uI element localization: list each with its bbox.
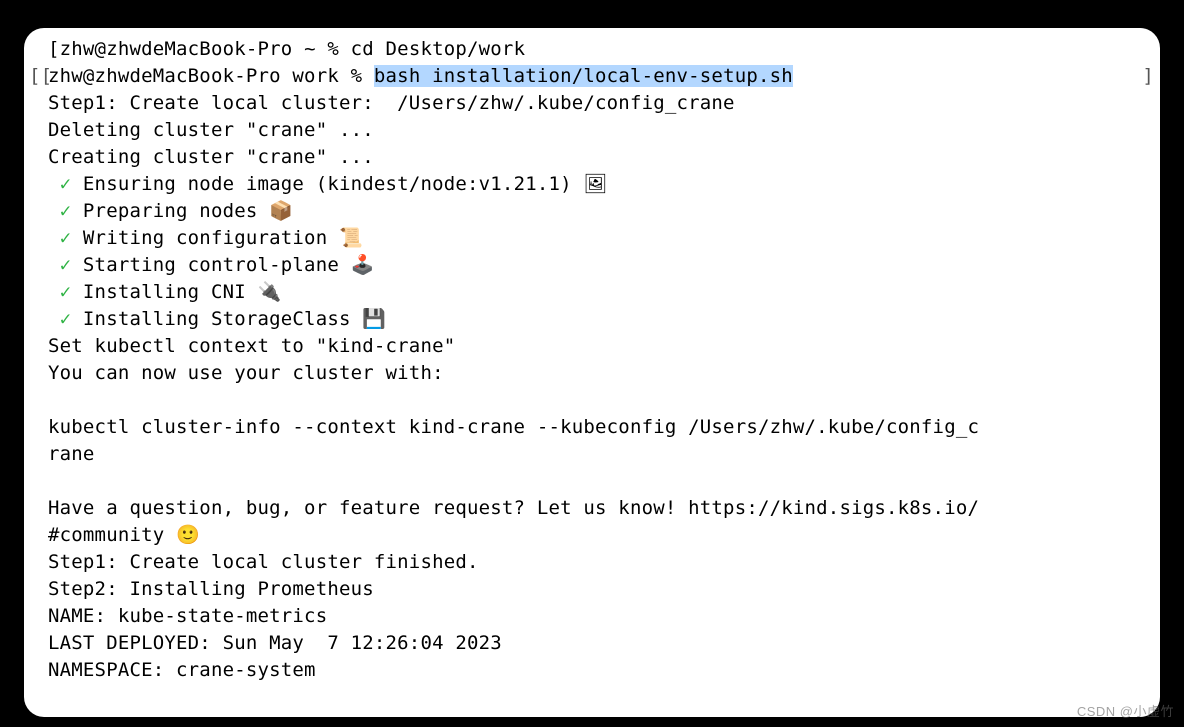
output-name: NAME: kube-state-metrics [48, 603, 1136, 630]
output-question-2: #community 🙂 [48, 522, 1136, 549]
output-use-cluster: You can now use your cluster with: [48, 360, 1136, 387]
check-text: Starting control-plane [83, 254, 351, 276]
blank-line [48, 387, 1136, 414]
user-host: zhw@zhwdeMacBook-Pro [48, 65, 281, 87]
check-line: ✓ Writing configuration 📜 [48, 225, 1136, 252]
check-line: ✓ Installing StorageClass 💾 [48, 306, 1136, 333]
check-emoji-icon: 🖼 [583, 174, 607, 195]
check-text: Ensuring node image (kindest/node:v1.21.… [83, 173, 583, 195]
output-step2: Step2: Installing Prometheus [48, 576, 1136, 603]
bracket: [ [48, 38, 60, 60]
bracket-right: ] [1142, 63, 1154, 90]
question-pre: #community [48, 524, 176, 546]
check-emoji-icon: 💾 [362, 309, 386, 330]
output-question-1: Have a question, bug, or feature request… [48, 495, 1136, 522]
check-line: ✓ Starting control-plane 🕹️ [48, 252, 1136, 279]
output-step1-header: Step1: Create local cluster: /Users/zhw/… [48, 90, 1136, 117]
check-icon: ✓ [60, 308, 72, 330]
output-namespace: NAMESPACE: crane-system [48, 657, 1136, 684]
output-step1-finished: Step1: Create local cluster finished. [48, 549, 1136, 576]
output-deleting: Deleting cluster "crane" ... [48, 117, 1136, 144]
watermark: CSDN @小虚竹 [1077, 698, 1174, 725]
command-text: cd Desktop/work [351, 38, 526, 60]
check-emoji-icon: 📦 [269, 201, 293, 222]
check-text: Installing CNI [83, 281, 258, 303]
prompt-symbol: % [351, 65, 363, 87]
blank-line [48, 468, 1136, 495]
user-host: zhw@zhwdeMacBook-Pro [60, 38, 293, 60]
check-line: ✓ Installing CNI 🔌 [48, 279, 1136, 306]
output-kubectl-1: kubectl cluster-info --context kind-cran… [48, 414, 1136, 441]
prompt-symbol: % [327, 38, 339, 60]
highlighted-command: bash installation/local-env-setup.sh [374, 65, 793, 87]
check-icon: ✓ [60, 254, 72, 276]
prompt-line-2: [[zhw@zhwdeMacBook-Pro work % bash insta… [48, 63, 1136, 90]
check-text: Preparing nodes [83, 200, 269, 222]
check-emoji-icon: 🕹️ [351, 255, 375, 276]
terminal-window[interactable]: [zhw@zhwdeMacBook-Pro ~ % cd Desktop/wor… [24, 28, 1160, 717]
check-emoji-icon: 📜 [339, 228, 363, 249]
prompt-line-1: [zhw@zhwdeMacBook-Pro ~ % cd Desktop/wor… [48, 36, 1136, 63]
output-last-deployed: LAST DEPLOYED: Sun May 7 12:26:04 2023 [48, 630, 1136, 657]
check-text: Installing StorageClass [83, 308, 362, 330]
bracket-left: [[ [29, 63, 52, 90]
dir: work [292, 65, 339, 87]
check-icon: ✓ [60, 200, 72, 222]
check-line: ✓ Ensuring node image (kindest/node:v1.2… [48, 171, 1136, 198]
check-icon: ✓ [60, 281, 72, 303]
check-text: Writing configuration [83, 227, 339, 249]
check-icon: ✓ [60, 173, 72, 195]
smile-icon: 🙂 [176, 525, 200, 546]
check-line: ✓ Preparing nodes 📦 [48, 198, 1136, 225]
output-set-context: Set kubectl context to "kind-crane" [48, 333, 1136, 360]
output-kubectl-2: rane [48, 441, 1136, 468]
dir: ~ [304, 38, 316, 60]
output-creating: Creating cluster "crane" ... [48, 144, 1136, 171]
check-icon: ✓ [60, 227, 72, 249]
check-emoji-icon: 🔌 [258, 282, 282, 303]
